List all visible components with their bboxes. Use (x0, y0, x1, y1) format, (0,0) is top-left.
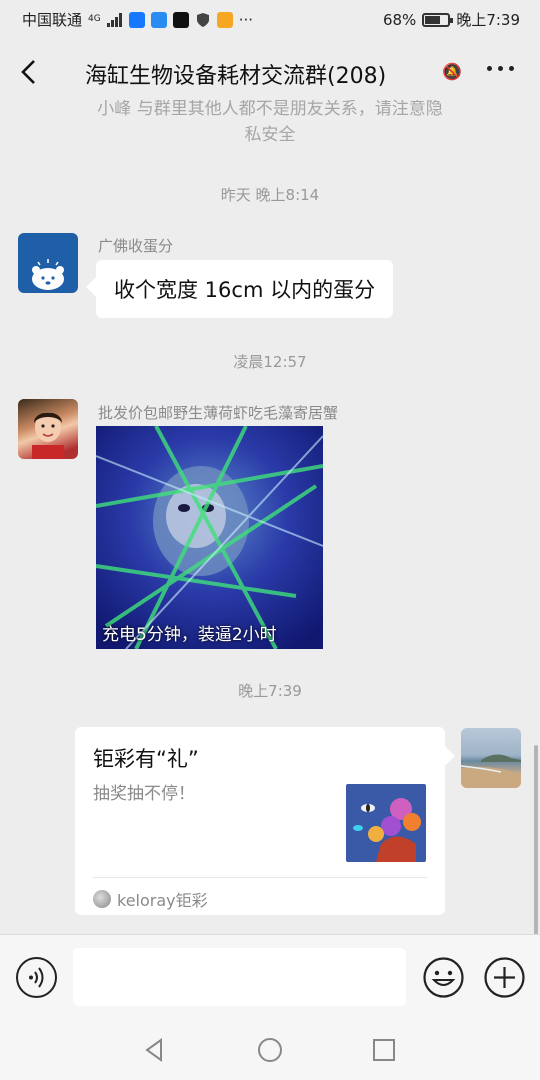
notice-line-1: 小峰 与群里其他人都不是朋友关系，请注意隐 (97, 100, 443, 119)
sender-name: 广佛收蛋分 (98, 237, 174, 255)
meme-caption: 充电5分钟，装逼2小时 (102, 625, 277, 645)
coral-reef-icon (346, 784, 426, 862)
voice-input-button[interactable] (16, 957, 57, 998)
emoji-icon[interactable] (422, 956, 465, 999)
meme-image[interactable]: 充电5分钟，装逼2小时 (96, 426, 323, 649)
status-left: 中国联通 4G ··· (22, 9, 253, 30)
polar-bear-icon (32, 259, 64, 290)
battery-percent: 68% (382, 10, 417, 29)
notice-line-2: 私安全 (244, 125, 296, 145)
back-arrow-icon[interactable] (14, 56, 46, 88)
nav-home-icon[interactable] (256, 1036, 284, 1064)
privacy-notice: 小峰 与群里其他人都不是朋友关系，请注意隐 私安全 (60, 100, 480, 152)
battery-fill (425, 15, 441, 24)
card-description: 抽奖抽不停！ (93, 784, 195, 804)
beach-photo-icon (461, 754, 521, 788)
card-title: 钜彩有“礼” (93, 747, 199, 771)
nav-back-icon[interactable] (141, 1036, 169, 1064)
card-source: keloray钜彩 (93, 887, 208, 911)
chat-title: 海缸生物设备耗材交流群(208) (85, 64, 387, 89)
card-thumbnail (346, 784, 426, 862)
shield-icon (196, 12, 209, 27)
more-notifications-label: ··· (238, 10, 254, 29)
timestamp: 晚上7:39 (238, 682, 302, 700)
more-options-button[interactable] (487, 66, 514, 71)
self-avatar[interactable] (461, 728, 521, 788)
sender-name: 批发价包邮野生薄荷虾吃毛藻寄居蟹 (98, 404, 339, 422)
notification-app-icon (128, 11, 145, 28)
message-input[interactable] (73, 948, 406, 1006)
tiktok-icon (172, 11, 189, 28)
timestamp: 凌晨12:57 (233, 353, 307, 371)
signal-icon (106, 12, 122, 27)
input-bar (0, 934, 540, 1020)
orange-app-icon (216, 11, 233, 28)
avatar[interactable] (18, 399, 78, 459)
cloud-app-icon (150, 11, 167, 28)
source-logo-icon (93, 890, 111, 908)
message-bubble[interactable]: 收个宽度 16cm 以内的蛋分 (96, 260, 394, 318)
source-name: keloray钜彩 (117, 891, 208, 910)
dot (487, 66, 492, 71)
status-bar: 中国联通 4G ··· 68% 晚上7:39 (0, 0, 540, 36)
child-photo-icon (32, 412, 64, 459)
network-label: 4G (88, 14, 101, 24)
status-right: 68% 晚上7:39 (383, 9, 520, 30)
dot (498, 66, 503, 71)
mute-icon: 🔕 (442, 62, 462, 81)
card-divider (93, 877, 427, 878)
timestamp: 昨天 晚上8:14 (220, 186, 320, 204)
link-card[interactable]: 钜彩有“礼” 抽奖抽不停！ keloray钜彩 (75, 727, 445, 915)
nav-recents-icon[interactable] (370, 1036, 398, 1064)
chat-header: 海缸生物设备耗材交流群(208) 🔕 (0, 36, 540, 108)
avatar[interactable] (18, 233, 78, 293)
dot (509, 66, 514, 71)
voice-icon (29, 967, 44, 988)
meme-picture-icon (96, 426, 323, 649)
carrier-label: 中国联通 (22, 11, 83, 29)
system-nav-bar (0, 1020, 540, 1080)
battery-icon (422, 12, 454, 27)
scrollbar[interactable] (534, 745, 538, 935)
clock: 晚上7:39 (456, 11, 520, 29)
plus-icon[interactable] (483, 956, 526, 999)
